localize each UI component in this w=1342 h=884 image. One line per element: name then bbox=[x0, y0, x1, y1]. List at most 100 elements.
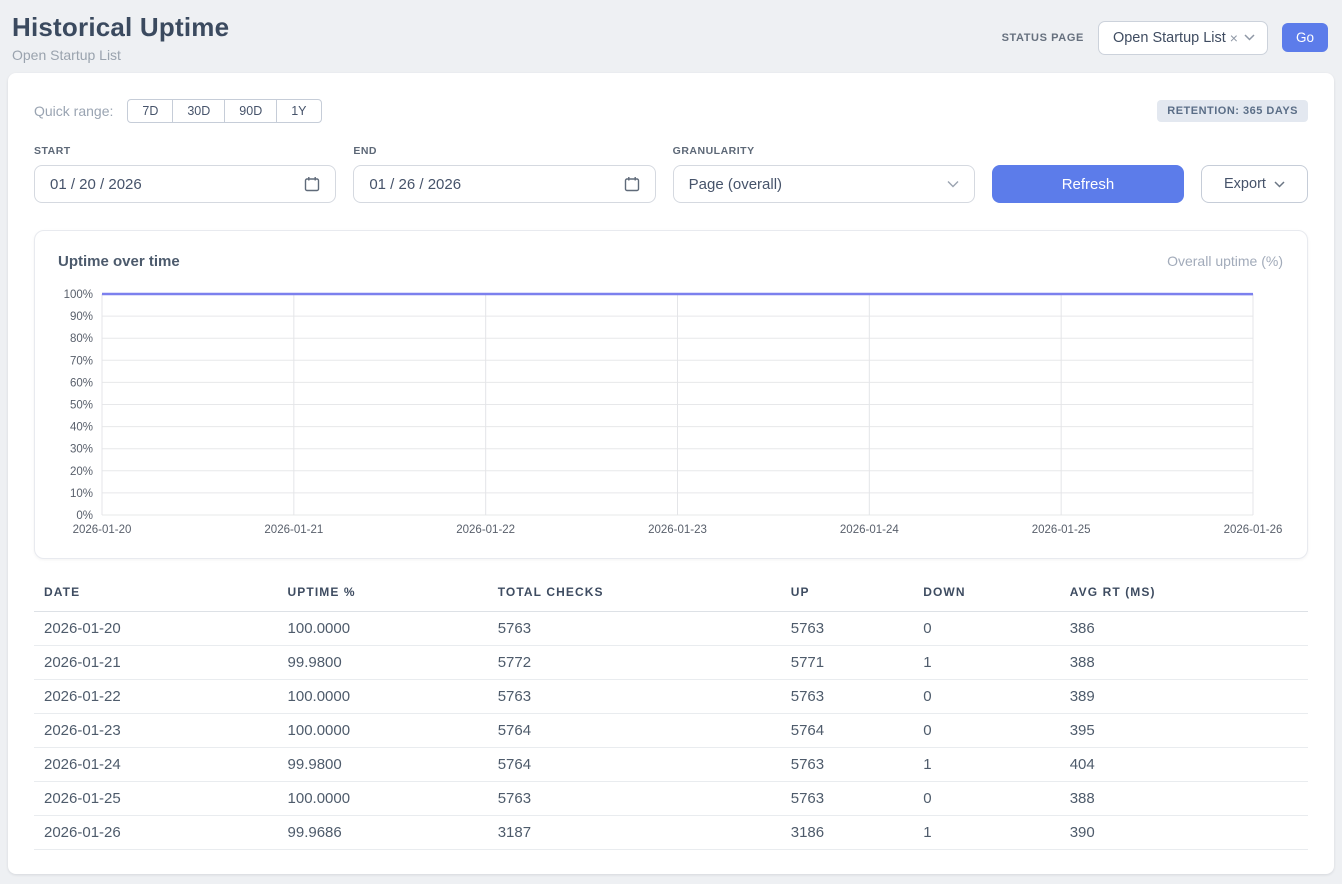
svg-text:2026-01-21: 2026-01-21 bbox=[264, 524, 323, 536]
granularity-value: Page (overall) bbox=[689, 176, 782, 193]
end-date-value: 01 / 26 / 2026 bbox=[369, 176, 461, 193]
end-date-input[interactable]: 01 / 26 / 2026 bbox=[353, 165, 655, 203]
start-date-value: 01 / 20 / 2026 bbox=[50, 176, 142, 193]
granularity-field: GRANULARITY Page (overall) bbox=[673, 145, 975, 203]
table-row: 2026-01-20100.0000576357630386 bbox=[34, 612, 1308, 646]
status-page-select[interactable]: Open Startup List × bbox=[1098, 21, 1268, 55]
start-date-input[interactable]: 01 / 20 / 2026 bbox=[34, 165, 336, 203]
svg-text:2026-01-20: 2026-01-20 bbox=[73, 524, 132, 536]
chevron-down-icon bbox=[1274, 181, 1285, 188]
filter-form-row: START 01 / 20 / 2026 END 01 / 26 / 2026 … bbox=[34, 145, 1308, 203]
chart-card: Uptime over time Overall uptime (%) 0% 10… bbox=[34, 230, 1308, 559]
table-row: 2026-01-2499.9800576457631404 bbox=[34, 748, 1308, 782]
svg-text:10%: 10% bbox=[70, 488, 93, 500]
svg-text:0%: 0% bbox=[76, 510, 93, 522]
table-cell: 388 bbox=[1070, 646, 1308, 680]
svg-text:50%: 50% bbox=[70, 400, 93, 412]
main-panel: Quick range: 7D 30D 90D 1Y RETENTION: 36… bbox=[8, 73, 1334, 874]
column-header-date: DATE bbox=[34, 581, 288, 612]
table-cell: 3187 bbox=[498, 816, 791, 850]
retention-badge: RETENTION: 365 DAYS bbox=[1157, 100, 1308, 122]
table-cell: 5763 bbox=[791, 748, 923, 782]
export-button[interactable]: Export bbox=[1201, 165, 1308, 203]
clear-selection-icon[interactable]: × bbox=[1230, 30, 1238, 46]
table-cell: 2026-01-23 bbox=[34, 714, 288, 748]
svg-text:70%: 70% bbox=[70, 355, 93, 367]
table-cell: 5763 bbox=[498, 782, 791, 816]
end-date-field: END 01 / 26 / 2026 bbox=[353, 145, 655, 203]
refresh-button[interactable]: Refresh bbox=[992, 165, 1184, 203]
table-cell: 99.9800 bbox=[288, 748, 498, 782]
table-cell: 5772 bbox=[498, 646, 791, 680]
table-cell: 100.0000 bbox=[288, 782, 498, 816]
topbar-right: STATUS PAGE Open Startup List × Go bbox=[1002, 21, 1328, 55]
table-cell: 99.9800 bbox=[288, 646, 498, 680]
page-header: Historical Uptime Open Startup List STAT… bbox=[8, 8, 1334, 73]
table-cell: 5763 bbox=[791, 612, 923, 646]
quick-range-1y[interactable]: 1Y bbox=[276, 99, 321, 123]
table-cell: 1 bbox=[923, 646, 1070, 680]
table-cell: 2026-01-20 bbox=[34, 612, 288, 646]
granularity-label: GRANULARITY bbox=[673, 145, 975, 157]
page-title: Historical Uptime bbox=[12, 12, 229, 43]
svg-text:60%: 60% bbox=[70, 377, 93, 389]
page-subtitle: Open Startup List bbox=[12, 47, 229, 63]
table-header-row: DATE UPTIME % TOTAL CHECKS UP DOWN AVG R… bbox=[34, 581, 1308, 612]
column-header-down: DOWN bbox=[923, 581, 1070, 612]
start-date-field: START 01 / 20 / 2026 bbox=[34, 145, 336, 203]
table-row: 2026-01-23100.0000576457640395 bbox=[34, 714, 1308, 748]
column-header-avg-rt: AVG RT (MS) bbox=[1070, 581, 1308, 612]
column-header-uptime: UPTIME % bbox=[288, 581, 498, 612]
table-cell: 5764 bbox=[791, 714, 923, 748]
title-block: Historical Uptime Open Startup List bbox=[12, 12, 229, 63]
table-cell: 2026-01-26 bbox=[34, 816, 288, 850]
table-cell: 5764 bbox=[498, 714, 791, 748]
table-cell: 100.0000 bbox=[288, 680, 498, 714]
chart-header: Uptime over time Overall uptime (%) bbox=[35, 253, 1307, 286]
column-header-total-checks: TOTAL CHECKS bbox=[498, 581, 791, 612]
chart-legend: Overall uptime (%) bbox=[1167, 253, 1283, 269]
quick-range-90d[interactable]: 90D bbox=[224, 99, 277, 123]
uptime-chart-svg: 0%10%20%30%40%50%60%70%80%90%100%2026-01… bbox=[35, 286, 1307, 544]
svg-text:80%: 80% bbox=[70, 333, 93, 345]
table-row: 2026-01-25100.0000576357630388 bbox=[34, 782, 1308, 816]
table-cell: 404 bbox=[1070, 748, 1308, 782]
table-row: 2026-01-22100.0000576357630389 bbox=[34, 680, 1308, 714]
table-cell: 1 bbox=[923, 816, 1070, 850]
go-button[interactable]: Go bbox=[1282, 23, 1328, 52]
quick-range-label: Quick range: bbox=[34, 103, 113, 119]
table-cell: 0 bbox=[923, 714, 1070, 748]
table-cell: 99.9686 bbox=[288, 816, 498, 850]
table-cell: 0 bbox=[923, 612, 1070, 646]
status-page-label: STATUS PAGE bbox=[1002, 32, 1084, 44]
export-label: Export bbox=[1224, 176, 1266, 192]
svg-text:2026-01-26: 2026-01-26 bbox=[1224, 524, 1283, 536]
svg-text:40%: 40% bbox=[70, 422, 93, 434]
calendar-icon[interactable] bbox=[624, 176, 640, 192]
table-cell: 386 bbox=[1070, 612, 1308, 646]
quick-range-30d[interactable]: 30D bbox=[172, 99, 225, 123]
chevron-down-icon bbox=[947, 180, 959, 188]
table-row: 2026-01-2199.9800577257711388 bbox=[34, 646, 1308, 680]
column-header-up: UP bbox=[791, 581, 923, 612]
table-cell: 2026-01-25 bbox=[34, 782, 288, 816]
quick-range-7d[interactable]: 7D bbox=[127, 99, 173, 123]
svg-text:100%: 100% bbox=[64, 289, 93, 301]
granularity-select[interactable]: Page (overall) bbox=[673, 165, 975, 203]
status-page-value: Open Startup List bbox=[1113, 30, 1226, 46]
svg-text:2026-01-24: 2026-01-24 bbox=[840, 524, 899, 536]
chevron-down-icon bbox=[1244, 34, 1255, 41]
table-cell: 2026-01-22 bbox=[34, 680, 288, 714]
table-cell: 5771 bbox=[791, 646, 923, 680]
table-cell: 5763 bbox=[791, 782, 923, 816]
table-cell: 390 bbox=[1070, 816, 1308, 850]
table-cell: 389 bbox=[1070, 680, 1308, 714]
svg-text:90%: 90% bbox=[70, 311, 93, 323]
table-cell: 388 bbox=[1070, 782, 1308, 816]
calendar-icon[interactable] bbox=[304, 176, 320, 192]
table-cell: 395 bbox=[1070, 714, 1308, 748]
svg-text:2026-01-23: 2026-01-23 bbox=[648, 524, 707, 536]
table-cell: 5763 bbox=[498, 680, 791, 714]
table-head: DATE UPTIME % TOTAL CHECKS UP DOWN AVG R… bbox=[34, 581, 1308, 612]
table-row: 2026-01-2699.9686318731861390 bbox=[34, 816, 1308, 850]
